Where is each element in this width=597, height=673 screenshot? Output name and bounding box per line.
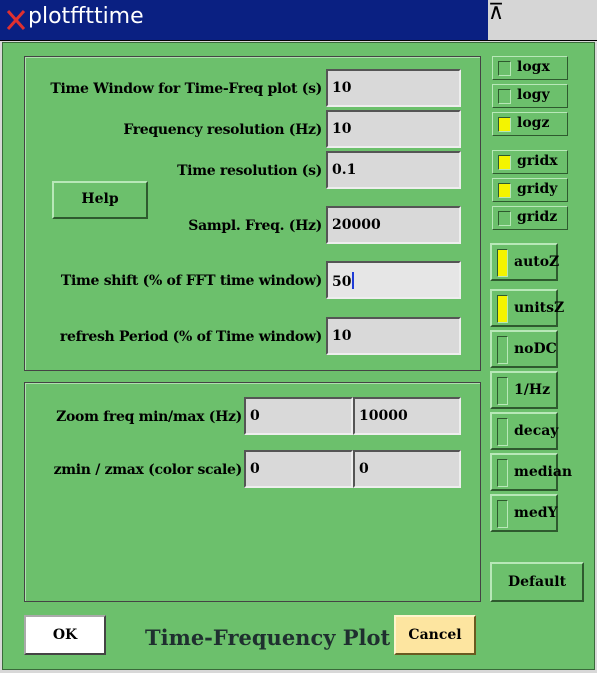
window-title: plotffttime <box>28 4 144 29</box>
toggle-label: medY <box>514 505 558 521</box>
time-resolution-field[interactable]: 0.1 <box>326 151 461 189</box>
autoz-toggle[interactable]: autoZ <box>490 243 560 281</box>
nodc-toggle[interactable]: noDC <box>490 330 558 368</box>
frequency-resolution-field[interactable]: 10 <box>326 110 461 148</box>
dialog-heading: Time-Frequency Plot <box>145 625 391 650</box>
sampling-frequency-field[interactable]: 20000 <box>326 206 461 244</box>
checkbox-label: logy <box>517 87 550 103</box>
checkbox-label: logx <box>517 59 550 75</box>
toggle-label: 1/Hz <box>514 382 551 398</box>
cancel-button[interactable]: Cancel <box>394 615 476 655</box>
toggle-indicator <box>497 418 508 446</box>
time-shift-value: 50 <box>332 274 352 290</box>
time-shift-field[interactable]: 50 <box>326 261 461 299</box>
ok-button[interactable]: OK <box>24 615 106 655</box>
medy-toggle[interactable]: medY <box>490 494 558 532</box>
unitsz-toggle[interactable]: unitsZ <box>490 289 564 327</box>
logy-checkbox[interactable]: logy <box>492 84 568 108</box>
zoom-min-field[interactable]: 0 <box>244 397 353 435</box>
param-label: Time shift (% of FFT time window) <box>60 273 322 289</box>
toggle-indicator <box>497 336 508 364</box>
default-button[interactable]: Default <box>490 562 584 602</box>
median-toggle[interactable]: median <box>490 453 572 491</box>
toggle-label: autoZ <box>514 254 560 270</box>
help-button[interactable]: Help <box>52 181 148 219</box>
logz-checkbox[interactable]: logz <box>492 112 568 136</box>
param-label: Sampl. Freq. (Hz) <box>188 218 322 234</box>
zoom-max-field[interactable]: 10000 <box>353 397 461 435</box>
zmin-field[interactable]: 0 <box>244 450 353 488</box>
text-cursor <box>352 272 355 289</box>
toggle-indicator <box>497 249 508 277</box>
checkbox-indicator <box>498 117 511 132</box>
checkbox-indicator <box>498 183 511 198</box>
time-window-field[interactable]: 10 <box>326 69 461 107</box>
toggle-indicator <box>497 295 508 323</box>
toggle-indicator <box>497 500 508 528</box>
window-controls: ⊼ _ □ ✕ <box>488 0 597 100</box>
gridx-checkbox[interactable]: gridx <box>492 150 568 174</box>
stay-on-top-icon[interactable]: ⊼ <box>488 0 597 25</box>
checkbox-indicator <box>498 211 511 226</box>
zoom-label: Zoom freq min/max (Hz) <box>56 409 242 425</box>
checkbox-label: logz <box>517 115 550 131</box>
param-label: Time Window for Time-Freq plot (s) <box>50 81 322 97</box>
gridz-checkbox[interactable]: gridz <box>492 206 568 230</box>
toggle-indicator <box>497 459 508 487</box>
checkbox-label: gridz <box>517 209 558 225</box>
zmax-field[interactable]: 0 <box>353 450 461 488</box>
checkbox-label: gridy <box>517 181 558 197</box>
toggle-indicator <box>497 377 508 405</box>
app-close-x-icon <box>6 10 26 30</box>
decay-toggle[interactable]: decay <box>490 412 558 450</box>
param-label: Time resolution (s) <box>177 163 322 179</box>
param-label: Frequency resolution (Hz) <box>123 122 322 138</box>
checkbox-indicator <box>498 89 511 104</box>
toggle-label: decay <box>514 423 559 439</box>
toggle-label: unitsZ <box>514 300 565 316</box>
zrange-label: zmin / zmax (color scale) <box>53 462 243 478</box>
toggle-label: noDC <box>514 341 557 357</box>
toggle-label: median <box>514 464 573 480</box>
per-hz-toggle[interactable]: 1/Hz <box>490 371 558 409</box>
param-label: refresh Period (% of Time window) <box>59 329 322 345</box>
checkbox-label: gridx <box>517 153 558 169</box>
refresh-period-field[interactable]: 10 <box>326 317 461 355</box>
checkbox-indicator <box>498 155 511 170</box>
checkbox-indicator <box>498 61 511 76</box>
logx-checkbox[interactable]: logx <box>492 56 568 80</box>
gridy-checkbox[interactable]: gridy <box>492 178 568 202</box>
